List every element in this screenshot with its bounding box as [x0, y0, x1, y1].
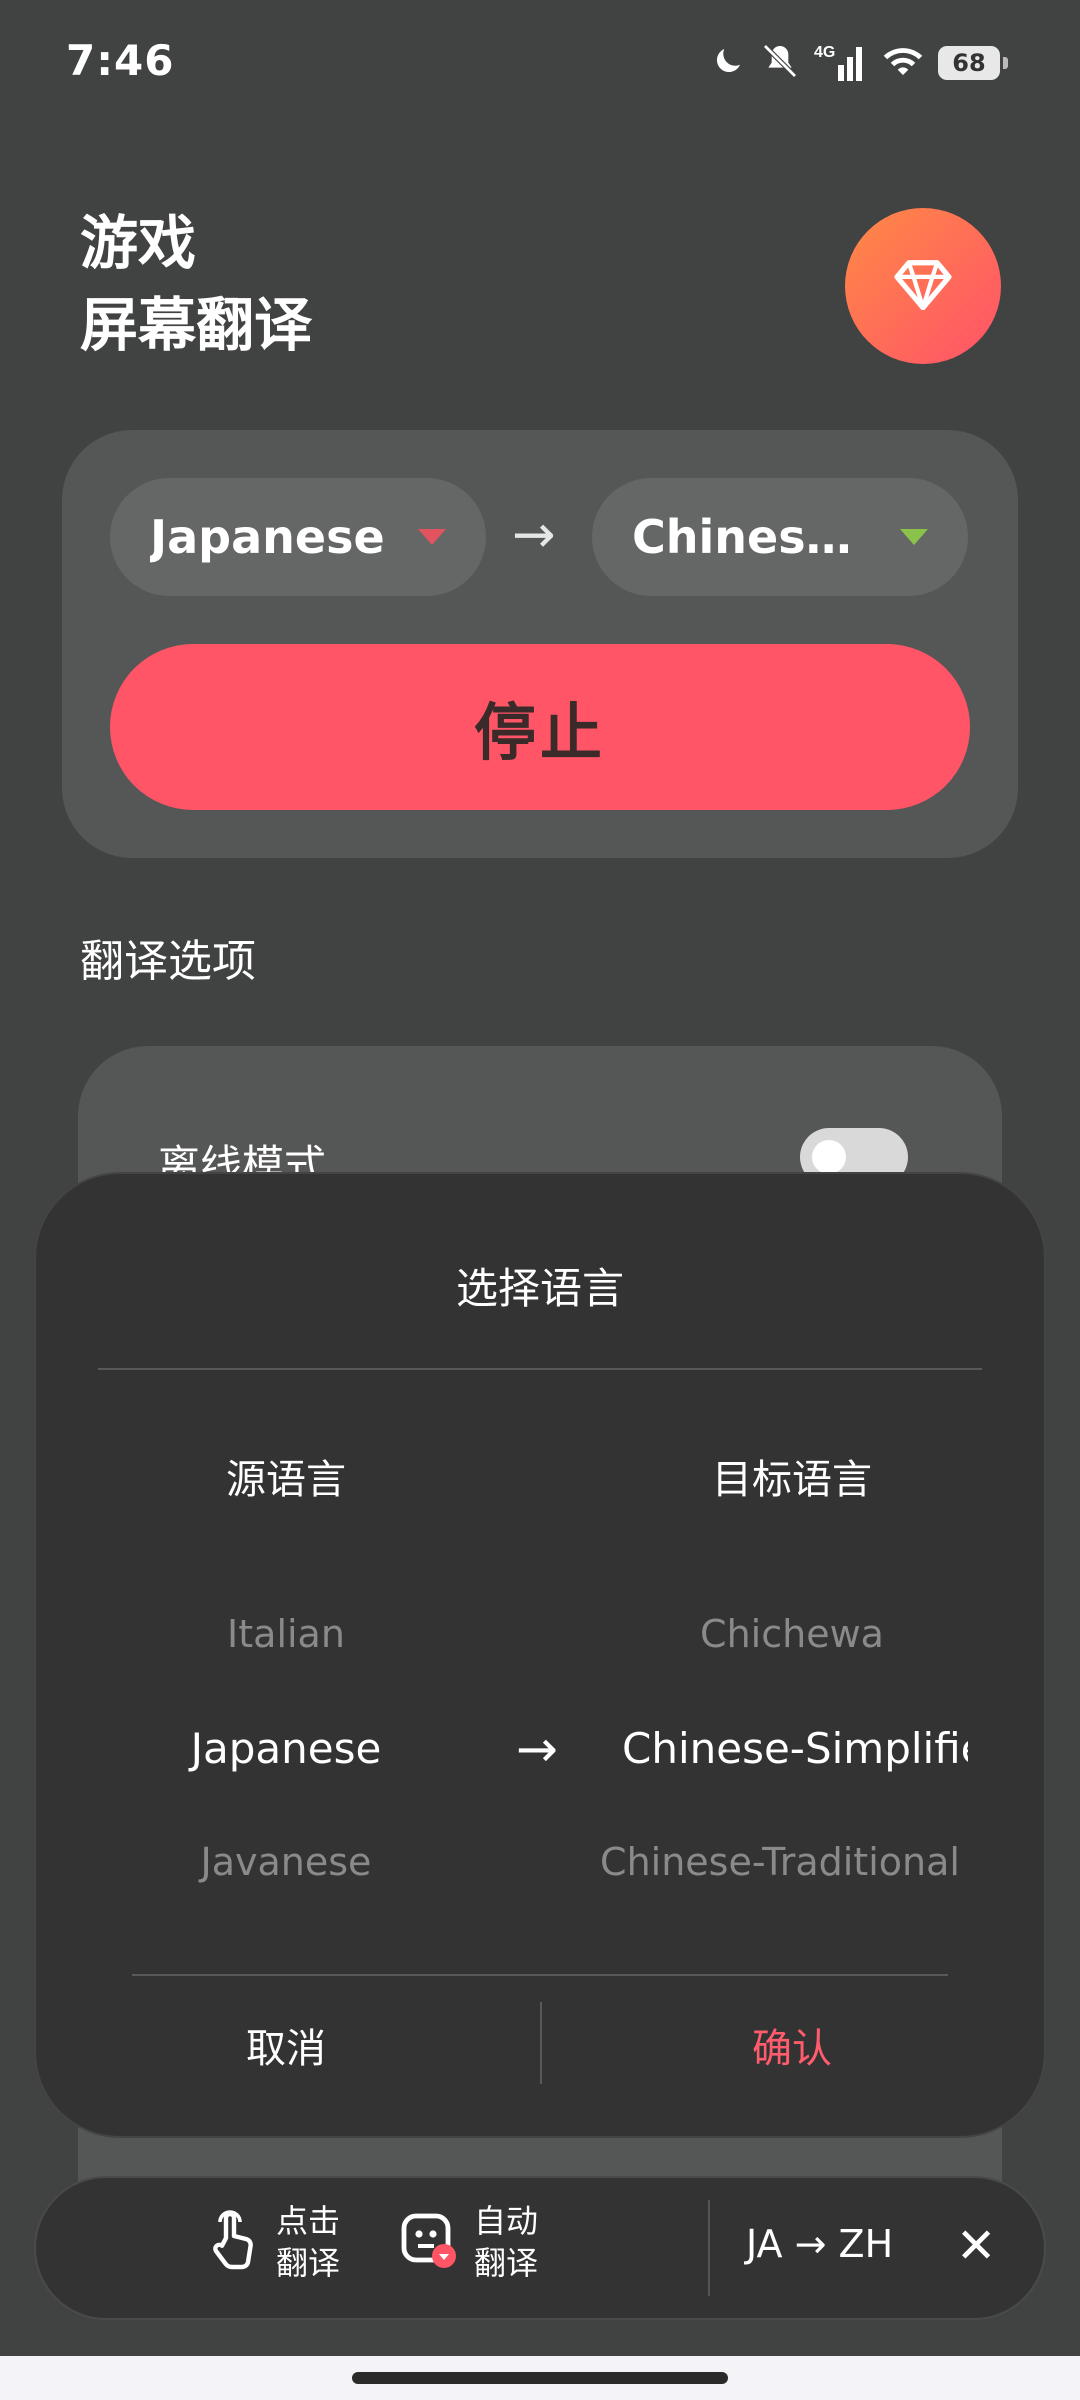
auto-translate-icon	[400, 2210, 458, 2274]
arrow-right-icon: →	[516, 1720, 558, 1778]
diamond-icon	[894, 258, 952, 315]
source-wheel-selected[interactable]: Japanese	[86, 1724, 486, 1773]
target-language-header: 目标语言	[712, 1457, 872, 1503]
signal-icon: 4G	[814, 41, 868, 85]
cancel-button[interactable]: 取消	[86, 2016, 486, 2074]
source-language-dropdown[interactable]: Japanese	[110, 478, 486, 596]
toggle-knob	[812, 1140, 846, 1174]
floating-control-bar	[34, 2176, 1046, 2320]
auto-translate-line2: 翻译	[474, 2244, 539, 2282]
tap-translate-line1: 点击	[276, 2202, 341, 2240]
bar-divider	[708, 2200, 710, 2296]
battery-icon: 68	[938, 46, 1008, 80]
tap-hand-icon	[208, 2210, 260, 2274]
home-gesture-handle[interactable]	[352, 2372, 728, 2384]
translation-options-title: 翻译选项	[80, 936, 256, 987]
target-language-dropdown[interactable]: Chinese...	[592, 478, 968, 596]
app-title-line1: 游戏	[80, 209, 197, 277]
source-language-header: 源语言	[226, 1457, 346, 1503]
dialog-title: 选择语言	[455, 1264, 624, 1313]
auto-translate-line1: 自动	[474, 2202, 539, 2240]
target-language-label: Chinese...	[632, 510, 882, 564]
network-type: 4G	[814, 44, 835, 61]
confirm-button[interactable]: 确认	[592, 2016, 992, 2074]
target-wheel-item[interactable]: Chinese-Traditional	[592, 1840, 968, 1884]
stop-button[interactable]: 停止	[110, 644, 970, 810]
app-title-line2: 屏幕翻译	[80, 291, 313, 359]
dropdown-arrow-icon	[418, 529, 446, 545]
close-icon[interactable]: ✕	[956, 2218, 996, 2274]
tap-translate-line2: 翻译	[276, 2244, 341, 2282]
status-icons: 4G 68	[710, 38, 1008, 88]
button-divider	[540, 2002, 542, 2084]
premium-button[interactable]	[845, 208, 1001, 364]
target-wheel-selected[interactable]: Chinese-Simplified	[622, 1724, 968, 1773]
arrow-right-icon: →	[512, 505, 556, 565]
moon-icon	[710, 43, 746, 83]
source-wheel-item[interactable]: Javanese	[86, 1840, 486, 1884]
status-time: 7:46	[66, 36, 175, 85]
source-language-label: Japanese	[150, 510, 385, 564]
dropdown-arrow-icon	[900, 529, 928, 545]
source-wheel-item[interactable]: Italian	[86, 1612, 486, 1656]
language-pair-indicator[interactable]: JA → ZH	[746, 2222, 893, 2266]
wifi-icon	[882, 43, 924, 83]
target-wheel-item[interactable]: Chichewa	[592, 1612, 992, 1656]
divider	[98, 1368, 982, 1370]
tap-translate-button[interactable]: 点击 翻译	[208, 2200, 340, 2284]
divider	[132, 1974, 948, 1976]
auto-translate-button[interactable]: 自动 翻译	[400, 2200, 538, 2284]
mute-icon	[760, 41, 800, 85]
